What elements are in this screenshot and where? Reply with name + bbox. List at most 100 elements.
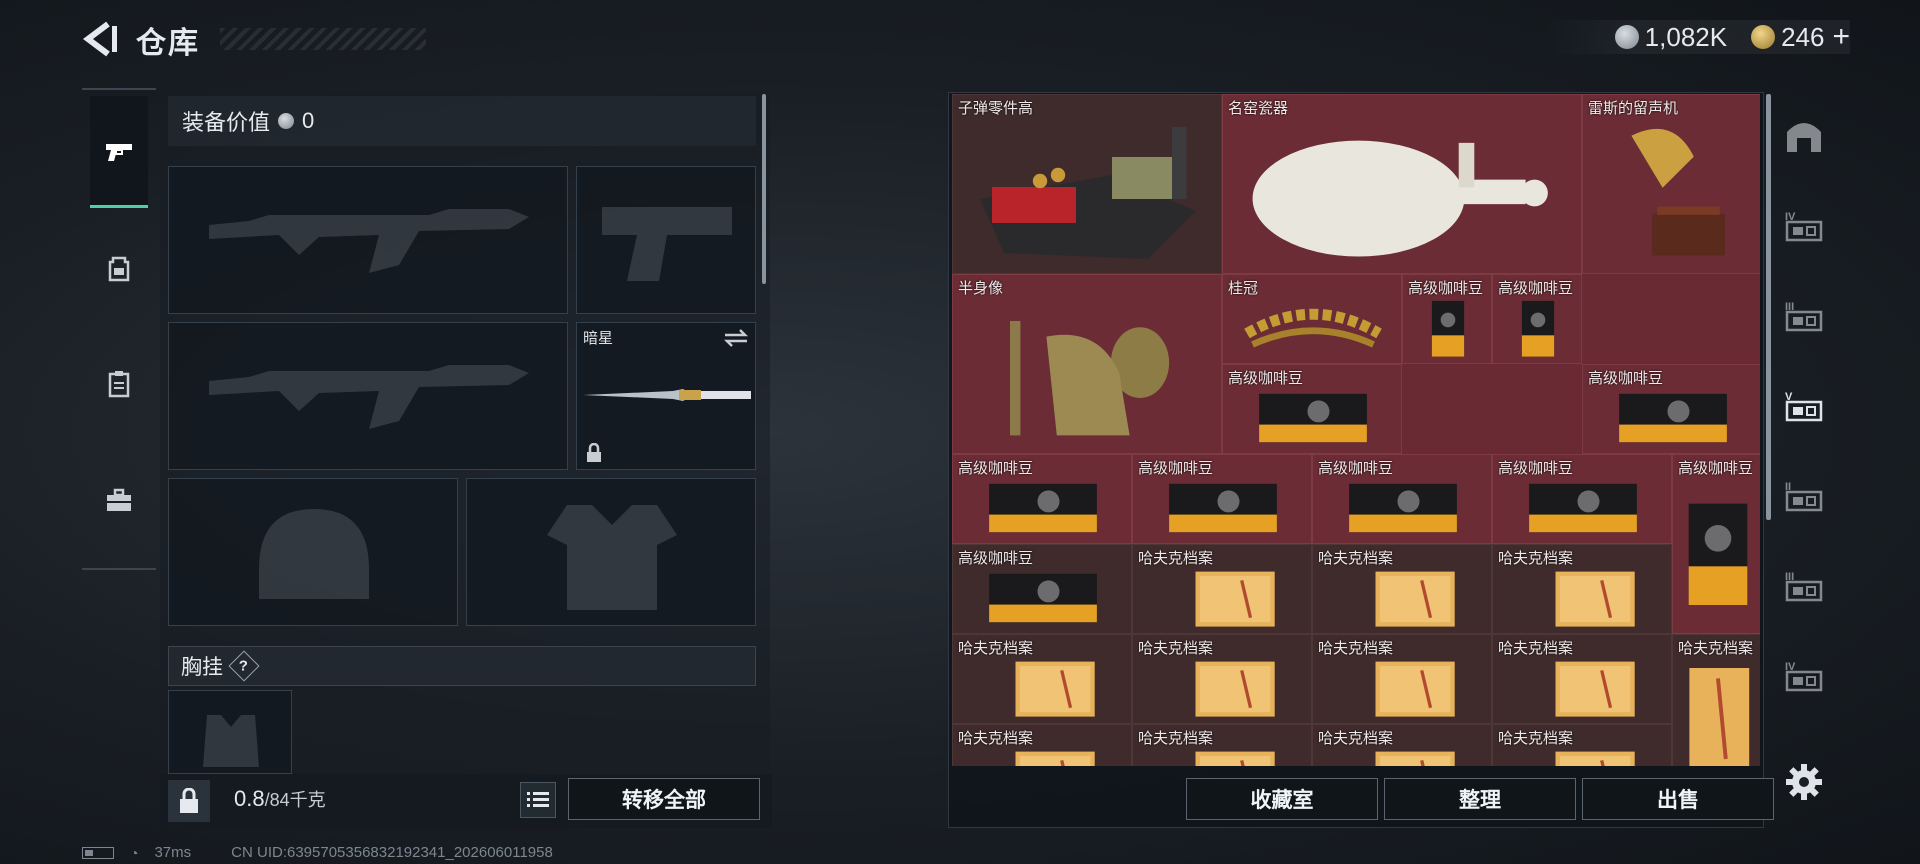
loadout-scrollbar[interactable] — [762, 94, 766, 284]
item-name: 哈夫克档案 — [958, 640, 1034, 657]
storage-item-coffee[interactable]: 高级咖啡豆 — [1582, 364, 1760, 454]
storage-item-laurel[interactable]: 桂冠 — [1222, 274, 1402, 364]
sidearm-slot[interactable] — [576, 166, 756, 314]
chest-rig-slot[interactable] — [168, 690, 292, 774]
swap-icon[interactable] — [723, 327, 749, 349]
storage-tab-6[interactable]: III — [1776, 546, 1832, 626]
storage-tab-2[interactable]: IV — [1776, 186, 1832, 266]
storage-item-gramophone[interactable]: 雷斯的留声机 — [1582, 94, 1760, 274]
storage-item-coffee[interactable]: 高级咖啡豆 — [1222, 364, 1402, 454]
storage-tab-4[interactable]: V — [1776, 366, 1832, 446]
item-image — [958, 475, 1128, 543]
storage-iv-icon: IV — [1785, 211, 1823, 242]
item-image — [958, 115, 1218, 273]
storage-item-harvk-file[interactable]: 哈夫克档案 — [1132, 544, 1312, 634]
list-view-button[interactable] — [520, 782, 556, 818]
item-name: 高级咖啡豆 — [1138, 460, 1214, 477]
back-button[interactable] — [82, 18, 118, 60]
item-image — [1678, 475, 1758, 633]
storage-item-harvk-file[interactable]: 哈夫克档案 — [1492, 544, 1672, 634]
storage-tab-1[interactable] — [1776, 96, 1832, 176]
item-image — [958, 295, 1218, 453]
gold-coin-icon — [1751, 25, 1776, 49]
item-image — [1498, 565, 1668, 633]
storage-item-harvk-file[interactable]: 哈夫克档案 — [1672, 634, 1760, 766]
weight-max: /84千克 — [264, 790, 326, 810]
storage-item-harvk-file[interactable]: 哈夫克档案 — [952, 634, 1132, 724]
storage-item-harvk-file[interactable]: 哈夫克档案 — [1492, 634, 1672, 724]
clipboard-icon — [108, 371, 130, 398]
equipment-value-label: 装备价值 — [182, 110, 271, 135]
page-title: 仓库 — [136, 27, 200, 60]
helmet-silhouette-icon — [259, 509, 369, 599]
item-image — [1588, 115, 1758, 273]
item-name: 哈夫克档案 — [1498, 550, 1574, 567]
storage-iii-b-icon: III — [1785, 571, 1823, 602]
storage-item-harvk-file[interactable]: 哈夫克档案 — [1312, 544, 1492, 634]
storage-item-bust[interactable]: 半身像 — [952, 274, 1222, 454]
secondary-weapon-slot[interactable] — [168, 322, 568, 470]
primary-weapon-slot[interactable] — [168, 166, 568, 314]
rail-tab-supplies[interactable] — [90, 444, 148, 556]
storage-item-harvk-file[interactable]: 哈夫克档案 — [1312, 724, 1492, 766]
storage-item-coffee[interactable]: 高级咖啡豆 — [1492, 274, 1582, 364]
storage-item-harvk-file[interactable]: 哈夫克档案 — [952, 724, 1132, 766]
silver-currency: 1,082K — [1614, 22, 1727, 53]
list-icon — [527, 792, 549, 807]
storage-item-coffee[interactable]: 高级咖啡豆 — [952, 454, 1132, 544]
item-name: 高级咖啡豆 — [1498, 460, 1574, 477]
sell-button[interactable]: 出售 — [1582, 778, 1774, 820]
rifle-silhouette-icon — [209, 365, 529, 429]
storage-item-harvk-file[interactable]: 哈夫克档案 — [1492, 724, 1672, 766]
item-name: 子弹零件高 — [958, 100, 1034, 117]
item-name: 哈夫克档案 — [1138, 550, 1214, 567]
gear-icon — [1786, 764, 1822, 800]
item-name: 高级咖啡豆 — [1408, 280, 1484, 297]
storage-tabs-rail: IV III V II III IV — [1774, 96, 1834, 736]
equipment-value-row: 装备价值 0 — [168, 96, 756, 146]
rail-tab-backpack[interactable] — [90, 212, 148, 324]
rail-tab-vest[interactable] — [90, 328, 148, 440]
item-name: 高级咖啡豆 — [1228, 370, 1304, 387]
item-image — [1318, 655, 1488, 723]
rail-tab-weapons[interactable] — [90, 96, 148, 208]
armor-slot[interactable] — [466, 478, 756, 626]
storage-tab-5[interactable]: II — [1776, 456, 1832, 536]
lock-icon — [587, 443, 601, 462]
storage-tab-7[interactable]: IV — [1776, 636, 1832, 716]
storage-item-coffee[interactable]: 高级咖啡豆 — [1312, 454, 1492, 544]
item-image — [1498, 475, 1668, 543]
storage-item-coffee[interactable]: 高级咖啡豆 — [952, 544, 1132, 634]
melee-slot[interactable]: 暗星 — [576, 322, 756, 470]
collection-room-button[interactable]: 收藏室 — [1186, 778, 1378, 820]
help-icon[interactable]: ? — [228, 650, 260, 682]
item-name: 高级咖啡豆 — [1498, 280, 1574, 297]
storage-item-harvk-file[interactable]: 哈夫克档案 — [1312, 634, 1492, 724]
settings-button[interactable] — [1784, 762, 1824, 802]
lock-button[interactable] — [168, 780, 210, 822]
storage-scrollbar[interactable] — [1766, 94, 1771, 520]
add-currency-button[interactable]: + — [1832, 20, 1850, 54]
transfer-all-button[interactable]: 转移全部 — [568, 778, 760, 820]
item-name: 哈夫克档案 — [1498, 730, 1574, 747]
storage-item-coffee[interactable]: 高级咖啡豆 — [1492, 454, 1672, 544]
storage-tab-3[interactable]: III — [1776, 276, 1832, 356]
knife-image — [583, 389, 751, 401]
chest-rig-silhouette-icon — [203, 715, 259, 767]
category-rail — [82, 88, 156, 570]
storage-item-ammo-parts[interactable]: 子弹零件高 — [952, 94, 1222, 274]
item-name: 哈夫克档案 — [1678, 640, 1754, 657]
uid-text: CN UID:6395705356832192341_202606011958 — [231, 844, 553, 861]
pistol-icon — [106, 143, 132, 161]
storage-item-harvk-file[interactable]: 哈夫克档案 — [1132, 634, 1312, 724]
item-name: 哈夫克档案 — [958, 730, 1034, 747]
item-image — [1228, 385, 1398, 453]
storage-item-harvk-file[interactable]: 哈夫克档案 — [1132, 724, 1312, 766]
status-bar: ◔ 37ms CN UID:6395705356832192341_202606… — [82, 844, 553, 861]
organize-button[interactable]: 整理 — [1384, 778, 1576, 820]
storage-item-coffee[interactable]: 高级咖啡豆 — [1132, 454, 1312, 544]
helmet-slot[interactable] — [168, 478, 458, 626]
storage-item-coffee[interactable]: 高级咖啡豆 — [1402, 274, 1492, 364]
storage-item-porcelain[interactable]: 名窑瓷器 — [1222, 94, 1582, 274]
storage-item-coffee[interactable]: 高级咖啡豆 — [1672, 454, 1760, 634]
